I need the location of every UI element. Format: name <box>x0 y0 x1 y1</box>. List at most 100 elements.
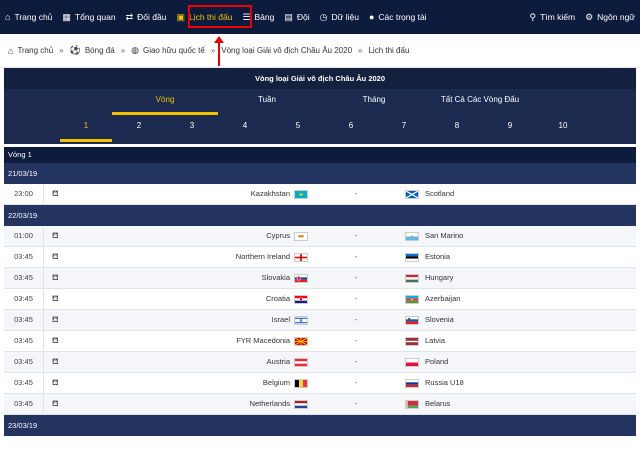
home-team[interactable]: Netherlands <box>250 394 290 414</box>
home-flag-icon <box>294 190 308 199</box>
match-score: - <box>355 231 358 240</box>
tab-round[interactable]: Vòng <box>156 95 175 104</box>
home-team[interactable]: Croatia <box>266 289 290 309</box>
separator-icon: » <box>358 46 363 55</box>
tv-icon: ⛾ <box>52 357 59 366</box>
match-score: - <box>355 399 358 408</box>
globe-icon: ◍ <box>131 45 139 55</box>
match-row[interactable]: 03:45 ⛾ Belgium - Russia U18 <box>4 373 636 394</box>
tab-month[interactable]: Tháng <box>363 95 386 104</box>
arrow-shaft <box>218 42 220 66</box>
round-button-4[interactable]: 4 <box>243 121 247 130</box>
tab-week[interactable]: Tuần <box>258 95 276 104</box>
away-flag-icon <box>405 316 419 325</box>
language-button[interactable]: ⚙ Ngôn ngữ <box>580 0 640 34</box>
round-button-1[interactable]: 1 <box>84 121 88 130</box>
nav-item-user[interactable]: ● Các trọng tài <box>364 0 432 34</box>
separator-icon: » <box>120 46 126 55</box>
history-icon: ◷ <box>319 11 328 22</box>
match-row[interactable]: 03:45 ⛾ Slovakia - Hungary <box>4 268 636 289</box>
away-team[interactable]: Latvia <box>425 331 445 351</box>
away-flag-icon <box>405 253 419 262</box>
home-icon: ⌂ <box>8 45 14 56</box>
round-button-6[interactable]: 6 <box>349 121 353 130</box>
team-icon: ▤ <box>284 11 293 22</box>
match-time: 03:45 <box>4 310 44 330</box>
tv-icon: ⛾ <box>52 294 59 303</box>
away-flag-icon <box>405 400 419 409</box>
breadcrumb-league[interactable]: Giao hữu quốc tế <box>143 46 205 55</box>
round-button-3[interactable]: 3 <box>190 121 194 130</box>
tab-all-rounds[interactable]: Tất Cả Các Vòng Đấu <box>441 95 519 104</box>
active-round-underline <box>60 139 112 142</box>
away-team[interactable]: Belarus <box>425 394 450 414</box>
nav-item-label: Bảng <box>254 12 275 22</box>
home-team[interactable]: Israel <box>272 310 290 330</box>
home-flag-icon <box>294 295 308 304</box>
home-team[interactable]: Kazakhstan <box>251 184 290 204</box>
tv-icon: ⛾ <box>52 315 59 324</box>
match-row[interactable]: 03:45 ⛾ Croatia - Azerbaijan <box>4 289 636 310</box>
away-team[interactable]: San Marino <box>425 226 463 246</box>
tv-icon: ⛾ <box>52 336 59 345</box>
nav-item-label: Đội <box>296 12 310 22</box>
match-score: - <box>355 273 358 282</box>
search-button[interactable]: ⚲ Tìm kiếm <box>525 0 581 34</box>
home-team[interactable]: Cyprus <box>266 226 290 246</box>
match-row[interactable]: 03:45 ⛾ FYR Macedonia - Latvia <box>4 331 636 352</box>
nav-item-history[interactable]: ◷ Dữ liệu <box>315 0 364 34</box>
match-score: - <box>355 336 358 345</box>
round-button-5[interactable]: 5 <box>296 121 300 130</box>
match-row[interactable]: 03:45 ⛾ Northern Ireland - Estonia <box>4 247 636 268</box>
nav-item-label: Dữ liệu <box>331 12 359 22</box>
user-icon: ● <box>368 11 375 22</box>
breadcrumb-tournament[interactable]: Vòng loại Giải vô địch Châu Âu 2020 <box>221 46 352 55</box>
language-label: Ngôn ngữ <box>597 12 635 22</box>
away-flag-icon <box>405 190 419 199</box>
date-row: 21/03/19 <box>4 163 636 184</box>
home-team[interactable]: Slovakia <box>262 268 290 288</box>
round-button-2[interactable]: 2 <box>137 121 141 130</box>
away-team[interactable]: Russia U18 <box>425 373 464 393</box>
fixtures-table: Vòng 1 21/03/19 23:00 ⛾ Kazakhstan - Scotland… <box>4 147 636 436</box>
away-flag-icon <box>405 295 419 304</box>
nav-item-label: Tổng quan <box>74 12 116 22</box>
breadcrumb-sport[interactable]: Bóng đá <box>85 46 115 55</box>
nav-item-label: Đối đầu <box>137 12 167 22</box>
date-row: 23/03/19 <box>4 415 636 436</box>
breadcrumb-home[interactable]: Trang chủ <box>17 46 53 55</box>
home-team[interactable]: Belgium <box>263 373 290 393</box>
away-team[interactable]: Azerbaijan <box>425 289 460 309</box>
nav-item-versus[interactable]: ⇄ Đối đầu <box>121 0 172 34</box>
tv-icon: ⛾ <box>52 399 59 408</box>
away-team[interactable]: Poland <box>425 352 448 372</box>
grid-icon: ▦ <box>62 11 71 22</box>
match-row[interactable]: 03:45 ⛾ Austria - Poland <box>4 352 636 373</box>
nav-item-grid[interactable]: ▦ Tổng quan <box>57 0 120 34</box>
home-icon: ⌂ <box>5 11 11 22</box>
away-team[interactable]: Scotland <box>425 184 454 204</box>
match-row[interactable]: 03:45 ⛾ Israel - Slovenia <box>4 310 636 331</box>
match-row[interactable]: 01:00 ⛾ Cyprus - San Marino <box>4 226 636 247</box>
round-button-10[interactable]: 10 <box>559 121 568 130</box>
match-time: 03:45 <box>4 247 44 267</box>
top-nav: ⌂ Trang chủ ▦ Tổng quan ⇄ Đối đầu ▣ Lịch thi đấ… <box>0 0 640 34</box>
round-button-8[interactable]: 8 <box>455 121 459 130</box>
calendar-icon: ▣ <box>176 11 185 22</box>
match-row[interactable]: 23:00 ⛾ Kazakhstan - Scotland <box>4 184 636 205</box>
nav-item-home[interactable]: ⌂ Trang chủ <box>0 0 57 34</box>
round-button-9[interactable]: 9 <box>508 121 512 130</box>
match-row[interactable]: 03:45 ⛾ Netherlands - Belarus <box>4 394 636 415</box>
away-team[interactable]: Slovenia <box>425 310 454 330</box>
home-team[interactable]: FYR Macedonia <box>236 331 290 351</box>
schedule-filter-panel: Vòng loại Giải vô địch Châu Âu 2020 Vòng… <box>4 68 636 144</box>
away-flag-icon <box>405 274 419 283</box>
nav-item-team[interactable]: ▤ Đội <box>279 0 314 34</box>
away-team[interactable]: Hungary <box>425 268 453 288</box>
home-team[interactable]: Northern Ireland <box>236 247 290 267</box>
home-team[interactable]: Austria <box>267 352 290 372</box>
home-flag-icon <box>294 274 308 283</box>
tv-icon: ⛾ <box>52 252 59 261</box>
round-button-7[interactable]: 7 <box>402 121 406 130</box>
away-team[interactable]: Estonia <box>425 247 450 267</box>
